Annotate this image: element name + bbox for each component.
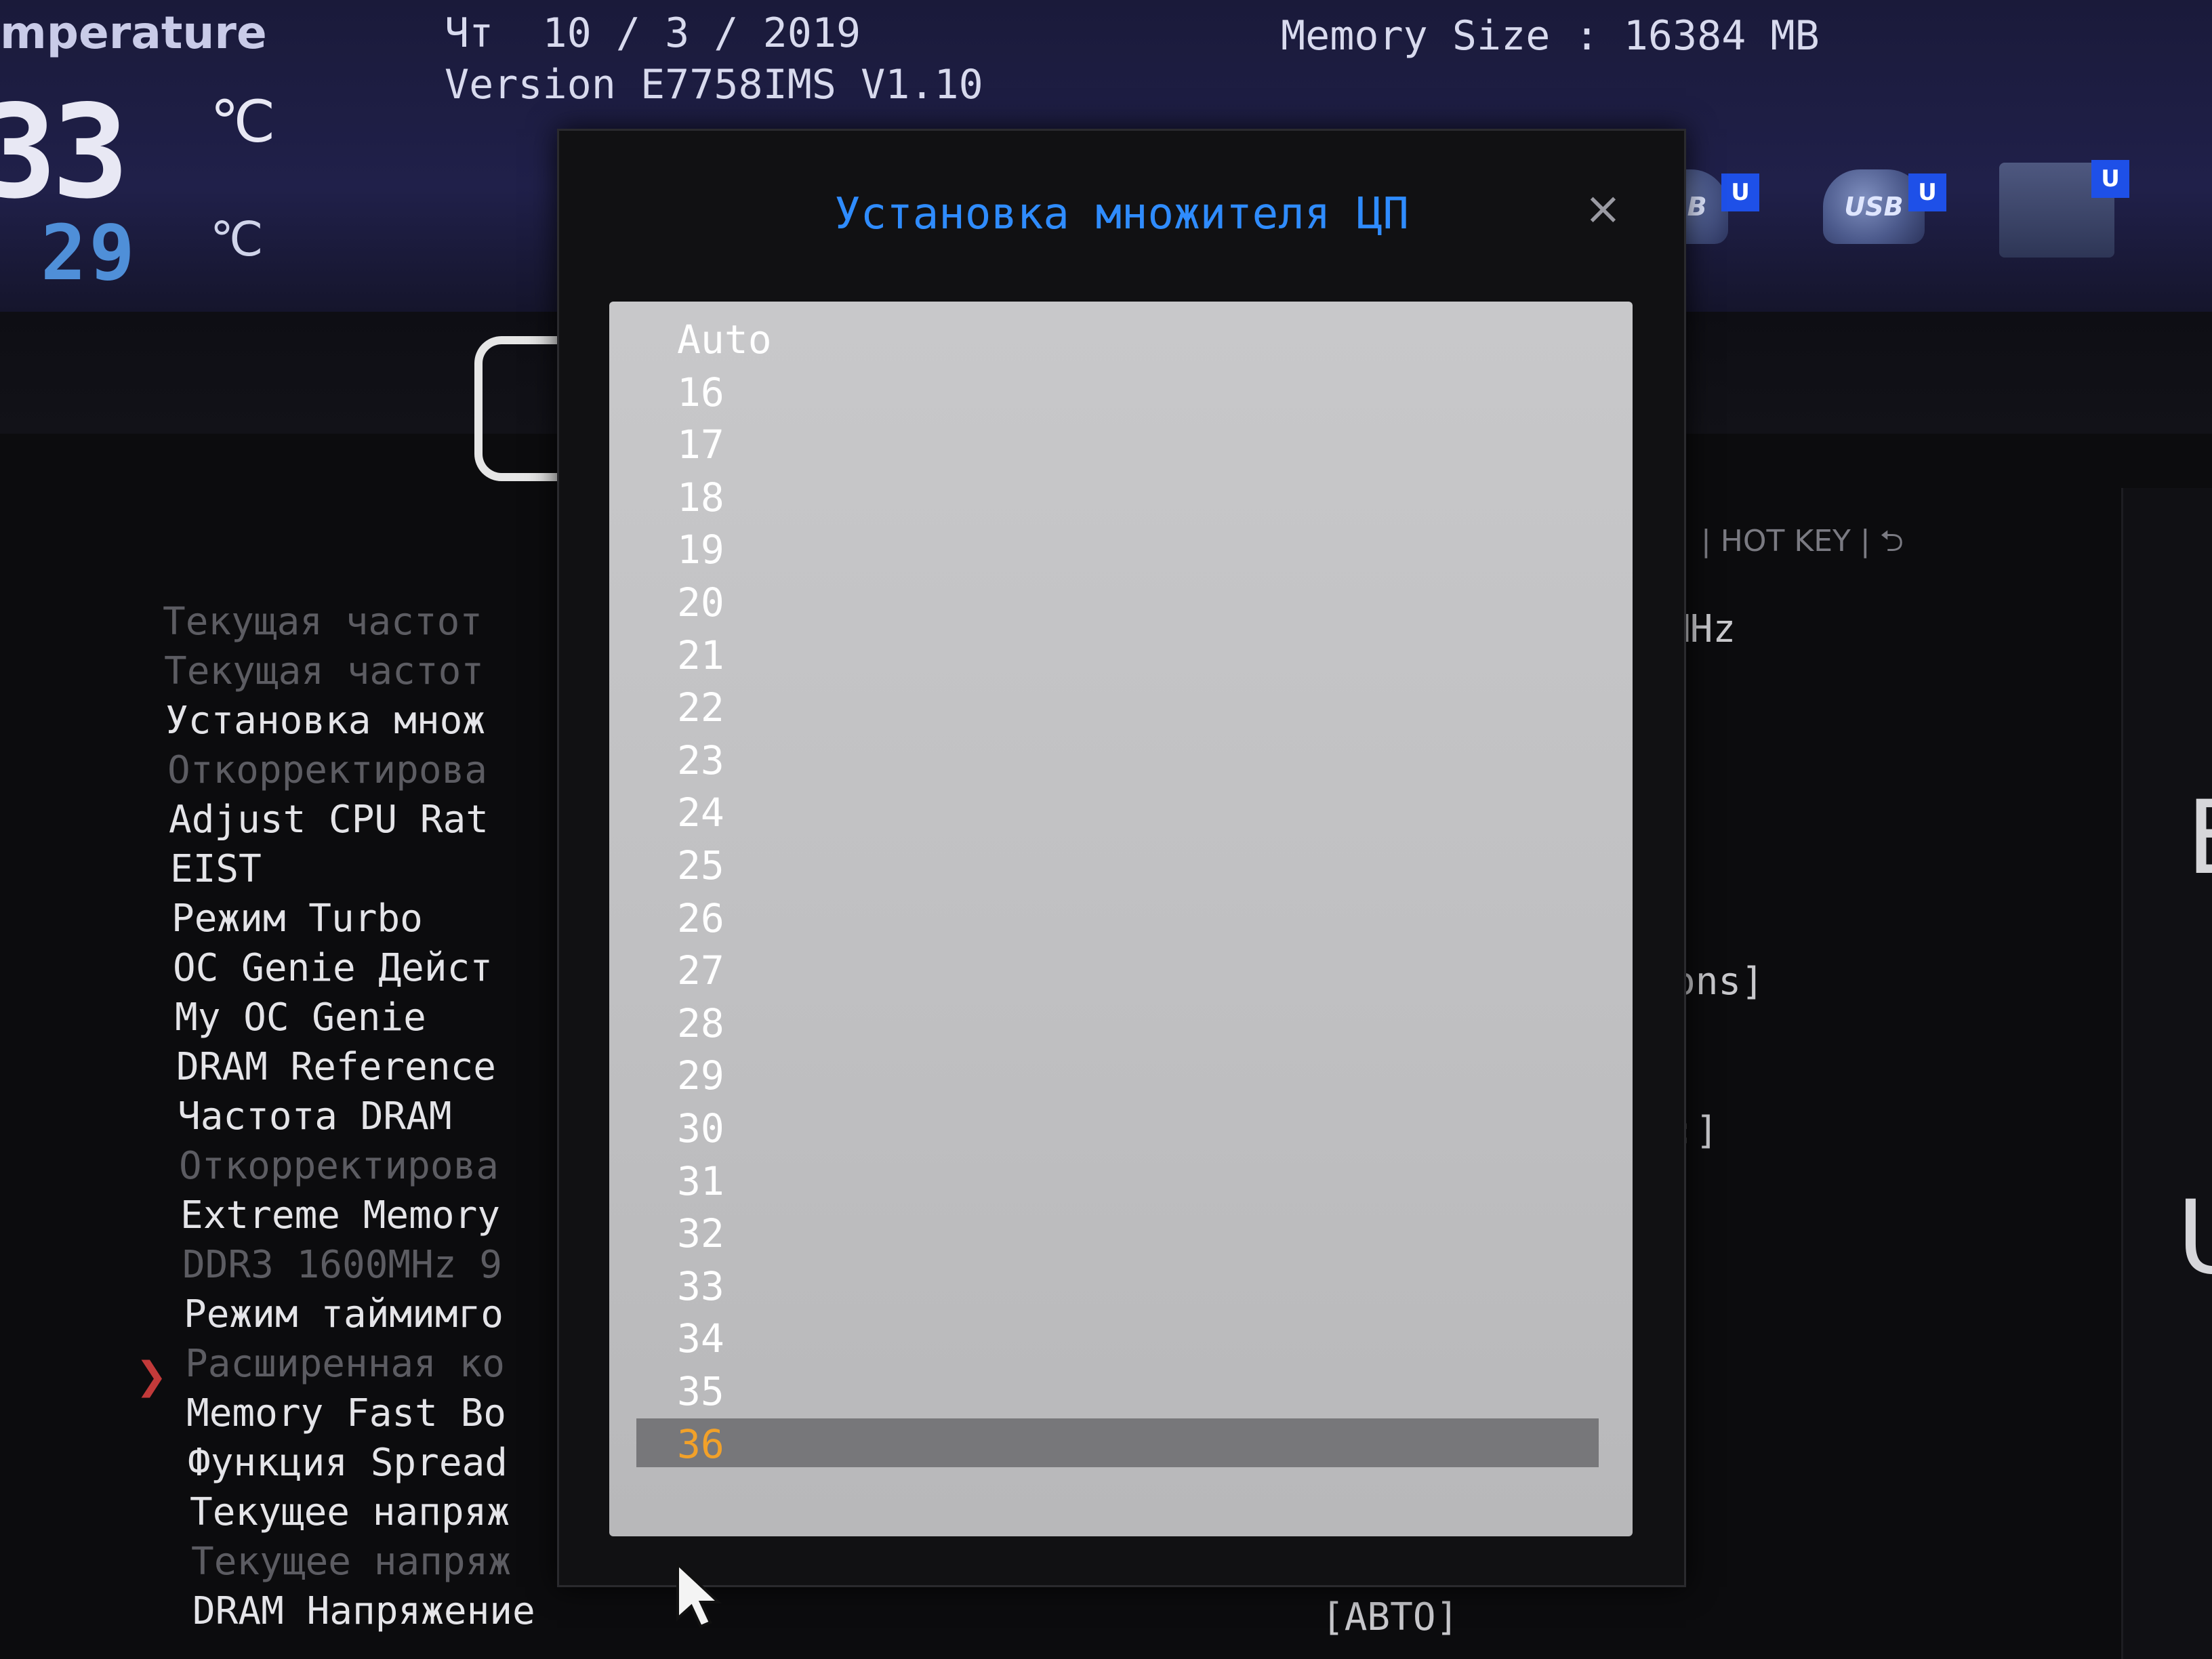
ratio-option[interactable]: 29 xyxy=(609,1050,1619,1099)
option-label: 22 xyxy=(677,684,724,731)
option-label: 31 xyxy=(677,1158,724,1204)
option-label: 20 xyxy=(677,579,724,626)
ratio-option[interactable]: 22 xyxy=(609,682,1619,731)
option-label: 33 xyxy=(677,1263,724,1309)
menu-item[interactable]: DRAM Reference xyxy=(176,1048,496,1086)
option-label: 29 xyxy=(677,1052,724,1099)
menu-item: DDR3 1600MHz 9 xyxy=(182,1243,503,1287)
menu-item: Откорректирова xyxy=(179,1144,499,1188)
submenu-arrow-icon: ❯ xyxy=(136,1354,167,1398)
side-panel-letter: U xyxy=(2177,1179,2212,1297)
system-date: Чт 10 / 3 / 2019 xyxy=(445,9,861,57)
menu-item[interactable]: Функция Spread xyxy=(188,1444,508,1482)
memory-size: Memory Size : 16384 MB xyxy=(1281,12,1820,60)
menu-item[interactable]: Текущее напряж xyxy=(190,1494,510,1532)
menu-item: Текущая частот xyxy=(164,649,485,693)
ratio-option[interactable]: 33 xyxy=(609,1261,1619,1309)
cpu-ratio-dialog: Установка множителя ЦП × Auto 16 17 18 19 20 2… xyxy=(557,129,1686,1587)
ratio-option[interactable]: 23 xyxy=(609,735,1619,783)
menu-item[interactable]: Adjust CPU Rat xyxy=(169,801,489,839)
hotkey-bar[interactable]: | HOT KEY | ⮌ xyxy=(1701,519,1904,570)
ratio-option-list[interactable]: Auto 16 17 18 19 20 21 22 23 24 25 26 27 28 29 30 31 32 33… xyxy=(609,302,1633,1536)
cpu-temperature: 33 xyxy=(0,77,129,227)
ratio-option[interactable]: 17 xyxy=(609,419,1619,468)
motherboard-temperature: 29 xyxy=(41,209,138,298)
option-label: 16 xyxy=(677,369,724,415)
ratio-option[interactable]: 25 xyxy=(609,840,1619,888)
dram-voltage-value[interactable]: [АВТО] xyxy=(1322,1595,1458,1639)
usb-label: USB xyxy=(1844,192,1904,222)
menu-item[interactable]: Частота DRAM xyxy=(178,1098,452,1136)
option-label: 24 xyxy=(677,790,724,836)
option-label: 21 xyxy=(677,632,724,678)
menu-item[interactable]: Extreme Memory xyxy=(180,1197,500,1235)
oc-genie-value: ons] xyxy=(1673,960,1764,1004)
menu-item: Откорректирова xyxy=(167,748,488,792)
ratio-option[interactable]: 24 xyxy=(609,787,1619,836)
ratio-option[interactable]: 28 xyxy=(609,998,1619,1046)
ratio-option[interactable]: Auto xyxy=(609,314,1619,363)
side-panel-letter: E xyxy=(2186,779,2212,897)
bios-version: Version E7758IMS V1.10 xyxy=(445,61,983,108)
option-label: 32 xyxy=(677,1210,724,1257)
option-label: 19 xyxy=(677,527,724,573)
menu-item: Расширенная ко xyxy=(185,1342,506,1386)
menu-item[interactable]: Установка множ xyxy=(165,702,485,740)
option-label: 36 xyxy=(677,1420,724,1467)
menu-item[interactable]: EIST xyxy=(170,851,262,888)
dialog-title: Установка множителя ЦП xyxy=(834,189,1409,239)
ratio-option[interactable]: 27 xyxy=(609,945,1619,994)
menu-item[interactable]: Режим таймимго xyxy=(184,1296,504,1334)
mb-temp-unit: ℃ xyxy=(210,211,264,267)
ratio-option[interactable]: 18 xyxy=(609,472,1619,520)
menu-item[interactable]: DRAM Напряжение xyxy=(192,1593,535,1631)
option-label: 35 xyxy=(677,1368,724,1414)
temperature-label: mperature xyxy=(0,7,267,59)
option-label: 30 xyxy=(677,1105,724,1151)
mouse-cursor-icon xyxy=(676,1561,722,1629)
menu-item[interactable]: Режим Turbo xyxy=(171,900,423,938)
cpu-temp-unit: ℃ xyxy=(210,88,276,156)
ratio-option[interactable]: 34 xyxy=(609,1313,1619,1361)
option-label: 18 xyxy=(677,474,724,520)
ratio-option[interactable]: 32 xyxy=(609,1208,1619,1256)
option-label: 25 xyxy=(677,842,724,888)
option-label: Auto xyxy=(677,316,772,363)
option-label: 23 xyxy=(677,737,724,783)
usb-badge-icon: U xyxy=(1721,173,1759,211)
menu-item[interactable]: Memory Fast Bo xyxy=(186,1395,506,1433)
ratio-option-selected[interactable]: 36 xyxy=(636,1418,1599,1467)
option-label: 17 xyxy=(677,422,724,468)
menu-item: Текущая частот xyxy=(163,600,483,644)
usb-badge-icon: U xyxy=(2091,160,2129,198)
ratio-option[interactable]: 19 xyxy=(609,524,1619,573)
menu-item[interactable]: OC Genie Дейст xyxy=(173,949,493,987)
ratio-option[interactable]: 20 xyxy=(609,577,1619,626)
option-label: 34 xyxy=(677,1315,724,1362)
usb-badge-icon: U xyxy=(1908,173,1946,211)
ratio-option[interactable]: 30 xyxy=(609,1103,1619,1151)
option-label: 27 xyxy=(677,947,724,994)
ratio-option[interactable]: 26 xyxy=(609,893,1619,941)
option-label: 26 xyxy=(677,895,724,941)
menu-item: Текущее напряж xyxy=(191,1540,512,1584)
option-label: 28 xyxy=(677,1000,724,1046)
ratio-option[interactable]: 21 xyxy=(609,630,1619,678)
close-icon[interactable]: × xyxy=(1584,182,1622,234)
help-panel xyxy=(2121,488,2212,1659)
ratio-option[interactable]: 35 xyxy=(609,1366,1619,1414)
ratio-option[interactable]: 16 xyxy=(609,367,1619,415)
menu-item[interactable]: My OC Genie xyxy=(175,999,426,1037)
ratio-option[interactable]: 31 xyxy=(609,1155,1619,1204)
